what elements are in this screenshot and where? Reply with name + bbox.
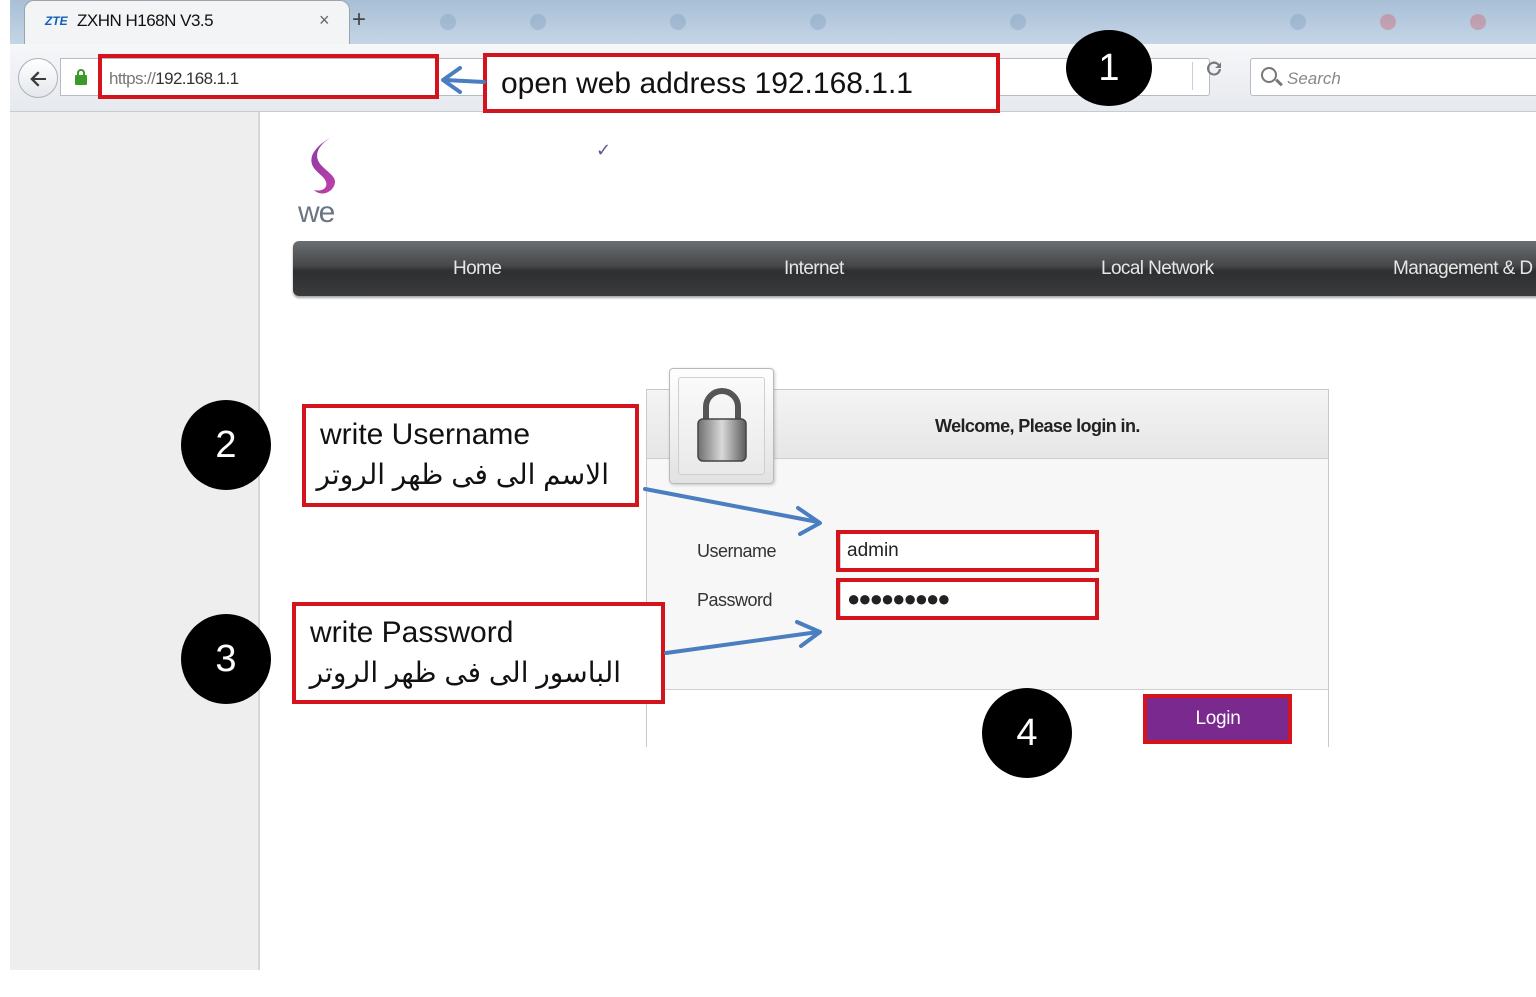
padlock-icon — [697, 388, 747, 462]
zte-favicon-icon: ZTE — [45, 14, 68, 28]
search-placeholder: Search — [1287, 69, 1341, 88]
back-arrow-icon — [30, 71, 46, 87]
menu-item-local-network[interactable]: Local Network — [1101, 258, 1214, 280]
browser-tab-active[interactable]: ZTE ZXHN H168N V3.5 × — [24, 0, 350, 44]
blurred-bg-dot — [1380, 14, 1396, 30]
login-title: Welcome, Please login in. — [935, 416, 1140, 436]
lock-badge — [669, 368, 774, 484]
browser-tab-bar: ZTE ZXHN H168N V3.5 × + — [10, 0, 1536, 44]
password-highlight-box — [836, 578, 1099, 620]
step1-text: open web address 192.168.1.1 — [501, 67, 913, 100]
username-label: Username — [697, 541, 777, 561]
blurred-bg-dot — [1470, 14, 1486, 30]
main-menu: Home Internet Local Network Management &… — [293, 241, 1536, 296]
step3-text-ar: الباسور الى فى ظهر الروتر — [309, 657, 621, 688]
step1-note: open web address 192.168.1.1 — [483, 53, 1000, 113]
close-tab-icon[interactable]: × — [319, 10, 330, 31]
step4-badge: 4 — [982, 688, 1072, 778]
blurred-bg-dot — [810, 14, 826, 30]
step3-note: write Password الباسور الى فى ظهر الروتر — [292, 602, 665, 704]
page-left-gutter — [10, 112, 260, 970]
step2-badge: 2 — [181, 400, 271, 490]
menu-item-home[interactable]: Home — [453, 258, 502, 280]
search-icon — [1261, 67, 1277, 83]
blurred-bg-dot — [1290, 14, 1306, 30]
blurred-bg-dot — [670, 14, 686, 30]
new-tab-button[interactable]: + — [352, 6, 366, 34]
step3-badge: 3 — [181, 614, 271, 704]
tab-title: ZXHN H168N V3.5 — [77, 11, 214, 30]
step2-note: write Username الاسم الى فى ظهر الروتر — [302, 404, 639, 507]
username-highlight-box — [836, 530, 1099, 572]
step1-badge: 1 — [1066, 30, 1152, 106]
search-bar[interactable]: Search — [1250, 58, 1536, 96]
blurred-bg-dot — [1010, 14, 1026, 30]
stray-mark: ✓ — [596, 140, 612, 160]
menu-item-management[interactable]: Management & D — [1393, 258, 1533, 280]
menu-item-internet[interactable]: Internet — [784, 258, 844, 280]
password-label: Password — [697, 590, 773, 610]
we-logo-text: we — [298, 196, 335, 229]
toolbar-separator — [1192, 62, 1193, 90]
step3-text-en: write Password — [310, 616, 514, 649]
blurred-bg-dot — [530, 14, 546, 30]
url-highlight-box — [98, 54, 439, 99]
login-highlight-box — [1143, 694, 1292, 744]
blurred-bg-dot — [440, 14, 456, 30]
step2-text-ar: الاسم الى فى ظهر الروتر — [316, 459, 610, 490]
back-button[interactable] — [18, 58, 58, 98]
secure-lock-icon — [75, 69, 87, 85]
step2-text-en: write Username — [320, 418, 531, 451]
